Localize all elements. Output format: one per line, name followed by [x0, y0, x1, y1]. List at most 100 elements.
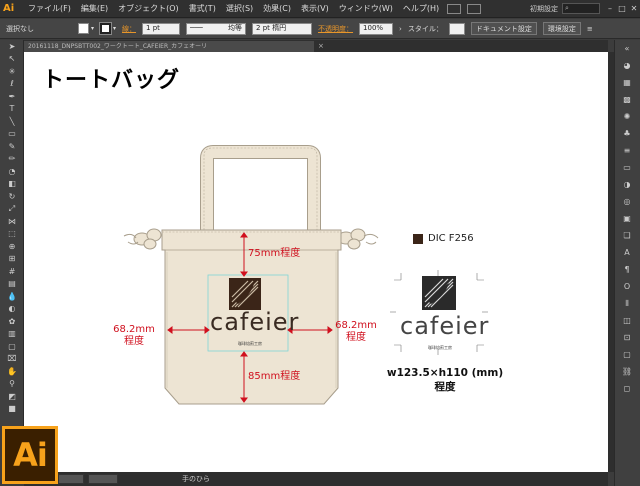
type-tool-icon[interactable]: T	[1, 103, 23, 116]
line-tool-icon[interactable]: ╲	[1, 115, 23, 128]
zoom-tool-icon[interactable]: ⚲	[1, 378, 23, 391]
pencil-tool-icon[interactable]: ✏	[1, 153, 23, 166]
swatches-panel-icon[interactable]: ▩	[615, 91, 639, 108]
gradient-tool-icon[interactable]: ▤	[1, 278, 23, 291]
column-graph-tool-icon[interactable]: ▥	[1, 328, 23, 341]
free-transform-tool-icon[interactable]: ⬚	[1, 228, 23, 241]
direct-selection-tool-icon[interactable]: ↖	[1, 53, 23, 66]
brushes-panel-icon[interactable]: ✺	[615, 108, 639, 125]
stroke-panel-icon[interactable]: ≡	[615, 142, 639, 159]
artboard-tool-icon[interactable]: ▢	[1, 340, 23, 353]
width-tool-icon[interactable]: ⋈	[1, 215, 23, 228]
vertical-scrollbar[interactable]	[608, 52, 614, 472]
rotate-tool-icon[interactable]: ↻	[1, 190, 23, 203]
rectangle-tool-icon[interactable]: ▭	[1, 128, 23, 141]
dimension-right-label: 68.2mm 程度	[335, 320, 377, 343]
maximize-button[interactable]: □	[616, 3, 628, 15]
workspace-switcher[interactable]: 初期設定	[526, 4, 562, 14]
tote-handle	[200, 145, 321, 230]
shape-builder-tool-icon[interactable]: ⊕	[1, 240, 23, 253]
current-tool-status: 手のひら	[182, 475, 210, 483]
arrange-documents-icon[interactable]	[467, 3, 482, 14]
document-setup-button[interactable]: ドキュメント設定	[470, 22, 537, 35]
print-size-spec: w123.5×h110 (mm) 程度	[380, 366, 510, 394]
transform-panel-icon[interactable]: ⊡	[615, 329, 639, 346]
symbols-panel-icon[interactable]: ♣	[615, 125, 639, 142]
magic-wand-tool-icon[interactable]: ✳	[1, 65, 23, 78]
opacity-field[interactable]: 100%	[359, 22, 394, 35]
opacity-label[interactable]: 不透明度：	[318, 24, 353, 34]
menu-object[interactable]: オブジェクト(O)	[113, 3, 184, 14]
close-button[interactable]: ✕	[628, 3, 640, 15]
menu-select[interactable]: 選択(S)	[221, 3, 258, 14]
menu-help[interactable]: ヘルプ(H)	[398, 3, 444, 14]
scale-tool-icon[interactable]: ⤢	[1, 203, 23, 216]
control-bar: 選択なし ▾ ▾ 線： 1 pt ─── 均等 2 pt 楕円 不透明度： 100…	[0, 19, 640, 39]
menu-view[interactable]: 表示(V)	[296, 3, 334, 14]
transparency-panel-icon[interactable]: ◑	[615, 176, 639, 193]
collapse-panels-icon[interactable]: «	[615, 40, 639, 57]
profile-label: 均等	[228, 24, 243, 32]
perspective-grid-tool-icon[interactable]: ⊞	[1, 253, 23, 266]
app-logo-icon: Ai	[3, 2, 15, 14]
blend-tool-icon[interactable]: ◐	[1, 303, 23, 316]
chevron-down-icon[interactable]: ▾	[113, 25, 116, 32]
panel-menu-icon[interactable]: ≡	[587, 25, 593, 33]
navigator-panel-icon[interactable]: ◻	[615, 380, 639, 397]
hand-tool-icon[interactable]: ✋	[1, 365, 23, 378]
menu-file[interactable]: ファイル(F)	[23, 3, 76, 14]
links-panel-icon[interactable]: ⛓	[615, 363, 639, 380]
paintbrush-tool-icon[interactable]: ✎	[1, 140, 23, 153]
character-panel-icon[interactable]: A	[615, 244, 639, 261]
drawstring-left	[123, 228, 162, 250]
layers-panel-icon[interactable]: ❏	[615, 227, 639, 244]
pen-tool-icon[interactable]: ✒	[1, 90, 23, 103]
color-guide-icon[interactable]: ▦	[615, 74, 639, 91]
color-mode-icon[interactable]: ■	[1, 403, 23, 416]
logo-mark-standalone	[422, 276, 456, 310]
color-panel-icon[interactable]: ◕	[615, 57, 639, 74]
brush-definition[interactable]: 2 pt 楕円	[252, 22, 313, 35]
search-input[interactable]: ⌕	[562, 3, 600, 14]
fill-stroke-icon[interactable]: ◩	[1, 390, 23, 403]
paragraph-panel-icon[interactable]: ¶	[615, 261, 639, 278]
artboard-navigator[interactable]	[88, 474, 118, 484]
menu-edit[interactable]: 編集(E)	[76, 3, 113, 14]
appearance-panel-icon[interactable]: ◎	[615, 193, 639, 210]
opentype-panel-icon[interactable]: O	[615, 278, 639, 295]
pathfinder-panel-icon[interactable]: ◫	[615, 312, 639, 329]
mesh-tool-icon[interactable]: #	[1, 265, 23, 278]
slice-tool-icon[interactable]: ⌧	[1, 353, 23, 366]
artboards-panel-icon[interactable]: ▢	[615, 346, 639, 363]
tab-close-icon[interactable]: ×	[318, 42, 324, 50]
menu-effect[interactable]: 効果(C)	[258, 3, 296, 14]
variable-width-profile[interactable]: ─── 均等	[186, 22, 247, 35]
opacity-arrow-icon[interactable]: ›	[399, 25, 402, 33]
stroke-weight-field[interactable]: 1 pt	[142, 22, 181, 35]
gradient-panel-icon[interactable]: ▭	[615, 159, 639, 176]
preferences-button[interactable]: 環境設定	[542, 22, 581, 35]
ink-color-chip: DIC F256	[413, 233, 474, 244]
logo-wordmark-on-bag: cafeier	[210, 308, 300, 336]
graphic-style-swatch[interactable]	[448, 22, 465, 35]
selection-tool-icon[interactable]: ➤	[1, 40, 23, 53]
menu-type[interactable]: 書式(T)	[184, 3, 221, 14]
lasso-tool-icon[interactable]: ℓ	[1, 78, 23, 91]
align-panel-icon[interactable]: ⫴	[615, 295, 639, 312]
chevron-down-icon[interactable]: ▾	[91, 25, 94, 32]
artboard-canvas[interactable]: トートバッグ cafeier 珈琲焙煎工房 cafeier 珈琲焙煎工房 75m…	[24, 52, 608, 472]
minimize-button[interactable]: –	[604, 3, 616, 15]
blob-brush-tool-icon[interactable]: ◔	[1, 165, 23, 178]
bridge-icon[interactable]	[447, 3, 462, 14]
symbol-sprayer-tool-icon[interactable]: ✿	[1, 315, 23, 328]
stroke-swatch[interactable]	[99, 22, 113, 35]
menu-window[interactable]: ウィンドウ(W)	[334, 3, 398, 14]
eraser-tool-icon[interactable]: ◧	[1, 178, 23, 191]
fill-swatch[interactable]	[78, 23, 89, 34]
zoom-field[interactable]	[58, 474, 84, 484]
eyedropper-tool-icon[interactable]: 💧	[1, 290, 23, 303]
stroke-label[interactable]: 線：	[122, 24, 136, 34]
graphic-styles-icon[interactable]: ▣	[615, 210, 639, 227]
document-tab-strip: 20161118_DNPSBTT002_ワークトート_CAFEIER_カフェオー…	[24, 40, 608, 52]
document-tab[interactable]: 20161118_DNPSBTT002_ワークトート_CAFEIER_カフェオー…	[24, 40, 314, 52]
